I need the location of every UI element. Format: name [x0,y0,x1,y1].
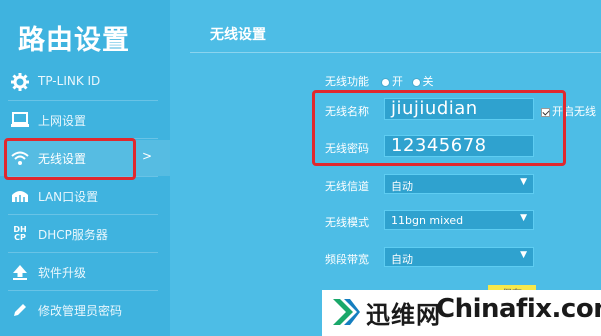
lan-icon [10,186,30,206]
ssid-input[interactable]: jiujiudian [384,98,534,120]
ssid-value: jiujiudian [391,98,478,119]
password-input[interactable]: 12345678 [384,135,534,157]
wifi-icon [10,148,30,168]
sidebar-item-label: LAN口设置 [38,190,99,204]
pencil-icon [10,300,30,320]
watermark-site: Chinafix.com [436,294,601,324]
chevron-right-icon: > [141,149,152,163]
sidebar-item-internet[interactable]: 上网设置 [0,102,170,138]
mode-select[interactable]: 11bgn mixed ▼ [384,210,534,230]
bandwidth-value: 自动 [391,253,413,266]
gear-icon [10,72,30,92]
divider [8,290,158,291]
radio-off-label: 关 [422,75,434,88]
divider [8,138,158,139]
radio-on[interactable] [382,78,389,86]
channel-select[interactable]: 自动 ▼ [384,174,534,194]
monitor-icon [10,110,30,130]
sidebar-item-tplink-id[interactable]: TP-LINK ID [0,64,170,100]
broadcast-label: 开启无线 [552,105,596,118]
password-value: 12345678 [391,135,487,156]
divider [190,52,601,53]
divider [8,252,158,253]
password-label: 无线密码 [325,142,369,155]
sidebar-item-label: 无线设置 [38,152,87,166]
sidebar-item-wireless[interactable]: 无线设置 > [0,140,170,176]
divider [8,214,158,215]
sidebar-item-label: 修改管理员密码 [38,304,123,318]
sidebar-item-lan[interactable]: LAN口设置 [0,178,170,214]
mode-value: 11bgn mixed [391,214,464,227]
sidebar-item-label: TP-LINK ID [38,74,101,88]
radio-off[interactable] [412,78,420,86]
checkbox-icon [541,107,550,117]
wireless-function-label: 无线功能 [325,75,369,88]
ssid-label: 无线名称 [325,105,369,118]
page-title: 无线设置 [210,27,266,43]
sidebar-item-label: 上网设置 [38,114,87,128]
main-panel: 无线设置 [170,0,601,336]
watermark: 迅维网 Chinafix.com [322,290,601,336]
mode-label: 无线模式 [325,216,369,229]
radio-on-label: 开 [392,75,403,88]
sidebar-title: 路由设置 [18,25,130,56]
sidebar-item-label: DHCP服务器 [38,228,108,242]
channel-value: 自动 [391,180,413,193]
upgrade-icon [10,262,30,282]
wireless-function-radios: 开 关 [376,73,434,89]
watermark-brand: 迅维网 [366,301,441,329]
divider [8,100,158,101]
chinafix-logo [333,299,360,325]
sidebar-item-upgrade[interactable]: 软件升级 [0,254,170,290]
dhcp-icon-text: DH CP [13,225,27,242]
broadcast-checkbox[interactable]: 开启无线 [541,103,596,119]
channel-label: 无线信道 [325,180,369,193]
bandwidth-select[interactable]: 自动 ▼ [384,247,534,267]
dhcp-icon: DH CP [10,224,30,244]
caret-down-icon: ▼ [520,250,527,260]
bandwidth-label: 频段带宽 [325,253,369,266]
sidebar-item-admin-password[interactable]: 修改管理员密码 [0,292,170,328]
sidebar-item-label: 软件升级 [38,266,87,280]
caret-down-icon: ▼ [520,213,527,223]
caret-down-icon: ▼ [520,177,527,187]
sidebar-item-dhcp[interactable]: DH CP DHCP服务器 [0,216,170,252]
sidebar: 路由设置 TP-LINK ID 上网设置 无线设置 > LAN口设置 DH CP… [0,0,170,336]
divider [8,176,158,177]
